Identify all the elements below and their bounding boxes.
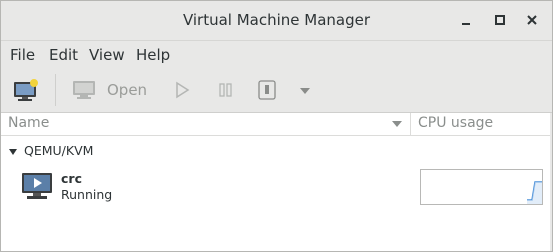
close-icon [527, 15, 537, 25]
shutdown-menu-button[interactable] [298, 84, 312, 94]
menu-view[interactable]: View [89, 46, 125, 64]
toolbar: Open [1, 68, 552, 113]
menu-help[interactable]: Help [136, 46, 170, 64]
connection-row[interactable]: QEMU/KVM [1, 143, 552, 161]
vm-monitor-icon [22, 173, 52, 199]
minimize-button[interactable] [457, 11, 475, 29]
column-cpu-usage[interactable]: CPU usage [418, 115, 493, 131]
new-vm-button[interactable] [12, 77, 42, 103]
pause-icon [219, 83, 232, 97]
open-button[interactable]: Open [107, 81, 147, 99]
computer-new-icon [14, 79, 38, 101]
minimize-icon [462, 23, 470, 25]
run-button[interactable] [173, 81, 191, 99]
column-name[interactable]: Name [8, 115, 49, 131]
maximize-icon [495, 15, 505, 25]
cpu-usage-graph [420, 169, 543, 205]
pause-button[interactable] [217, 81, 235, 99]
menu-bar: File Edit View Help [1, 41, 552, 68]
maximize-button[interactable] [491, 11, 509, 29]
connection-label: QEMU/KVM [24, 143, 94, 158]
power-icon [258, 80, 276, 100]
dropdown-arrow-icon [300, 88, 310, 94]
expander-down-icon[interactable] [8, 147, 18, 157]
title-bar[interactable]: Virtual Machine Manager [1, 1, 552, 41]
menu-file[interactable]: File [10, 46, 35, 64]
vm-status: Running [61, 187, 113, 202]
menu-edit[interactable]: Edit [49, 46, 78, 64]
open-icon-wrap[interactable] [71, 79, 97, 101]
scrollbar[interactable] [550, 113, 552, 251]
shutdown-button[interactable] [257, 79, 277, 101]
play-icon [176, 81, 190, 99]
toolbar-separator [55, 74, 56, 106]
vm-name: crc [61, 171, 82, 186]
close-button[interactable] [523, 11, 541, 29]
column-header: Name CPU usage [1, 113, 552, 136]
cpu-usage-sparkline [527, 181, 542, 204]
column-divider [410, 113, 411, 135]
monitor-icon [73, 81, 95, 99]
sort-arrow-icon[interactable] [391, 119, 403, 129]
vmm-window: Virtual Machine Manager File Edit View H… [0, 0, 553, 252]
